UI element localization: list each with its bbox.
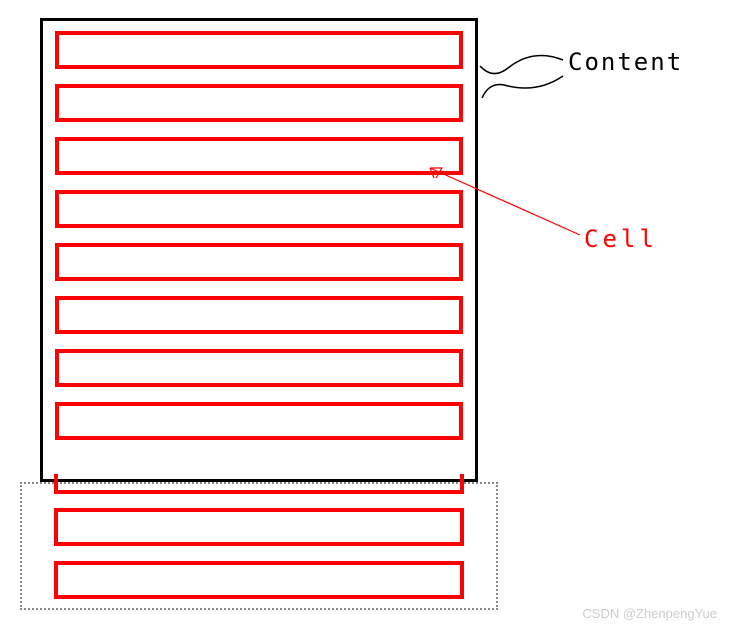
cell-row	[55, 349, 463, 387]
cell-row	[55, 296, 463, 334]
cell-row	[54, 474, 464, 494]
cell-row	[55, 84, 463, 122]
cell-row	[54, 561, 464, 599]
overflow-container	[20, 482, 498, 610]
cell-row	[55, 31, 463, 69]
watermark-text: CSDN @ZhenpengYue	[582, 606, 717, 621]
cell-row	[55, 190, 463, 228]
cell-row	[55, 137, 463, 175]
pointer-content-arrow	[478, 38, 578, 118]
content-container	[40, 18, 478, 482]
cell-row	[55, 402, 463, 440]
cell-row	[54, 508, 464, 546]
label-cell: Cell	[584, 225, 658, 253]
cell-row	[55, 243, 463, 281]
label-content: Content	[568, 48, 683, 76]
